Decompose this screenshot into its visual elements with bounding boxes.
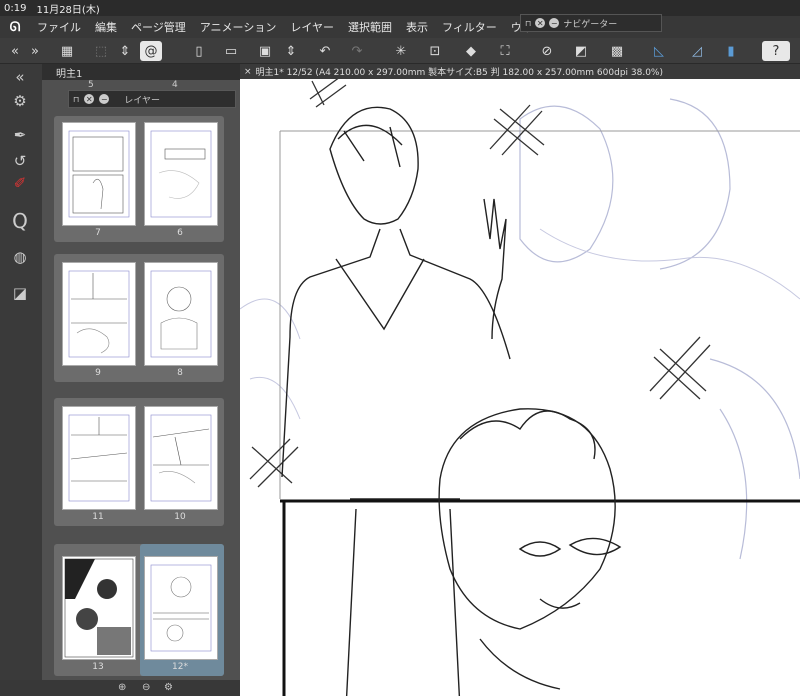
page-thumbnail[interactable] (62, 262, 136, 366)
document-tab-label: 明主1* 12/52 (A4 210.00 x 297.00mm 製本サイズ:B… (255, 68, 663, 78)
page-manager-panel: 明主1 5 4 7 6 9 8 11 10 13 12* (42, 64, 280, 696)
lasso-tool-icon[interactable]: ↺ (8, 150, 32, 172)
redo-icon: ↷ (351, 43, 363, 59)
page-spread[interactable]: 13 12* (54, 544, 224, 676)
pin-icon[interactable]: ⊓ (525, 19, 531, 28)
up-down-stepper-icon[interactable]: ⇕ (114, 41, 136, 61)
deselect-icon[interactable]: ⊘ (536, 41, 558, 61)
pin-icon[interactable]: ⊓ (73, 95, 79, 104)
collapse-toolbar-icon[interactable]: « (8, 66, 32, 88)
minimize-icon[interactable]: − (549, 18, 560, 28)
page-thumbnail[interactable] (144, 262, 218, 366)
page-number: 13 (92, 662, 104, 672)
page-thumbnail[interactable] (62, 556, 136, 660)
selection-border-icon[interactable]: ▩ (606, 41, 628, 61)
page-number: 5 (88, 80, 94, 90)
spiral-logo-icon[interactable]: @ (140, 41, 162, 61)
invert-icon[interactable]: ◩ (570, 41, 592, 61)
settings-icon[interactable]: ⚙ (164, 682, 173, 693)
page-sketch (150, 414, 212, 502)
page-number: 8 (177, 368, 183, 378)
new-document-icon[interactable]: ▯ (188, 41, 210, 61)
page-sketch (150, 564, 212, 652)
page-sketch (68, 130, 130, 218)
page-spread[interactable]: 9 8 (54, 254, 224, 382)
page-sketch (150, 270, 212, 358)
disabled-tool-icon: ⬚ (94, 43, 108, 59)
page-number: 7 (95, 228, 101, 238)
close-icon[interactable]: ✕ (535, 18, 546, 28)
status-time: 0:19 (4, 2, 27, 14)
crop-icon[interactable]: ⛶ (494, 41, 516, 61)
page-sketch (68, 414, 130, 502)
layer-window[interactable]: ⊓ ✕ − レイヤー (68, 90, 236, 108)
page-thumbnail[interactable] (144, 556, 218, 660)
brush-tool-icon[interactable]: ✐ (8, 172, 32, 194)
page-number: 4 (172, 80, 178, 90)
menu-filter[interactable]: フィルター (435, 19, 504, 35)
page-spread[interactable]: 11 10 (54, 398, 224, 526)
transform-icon[interactable]: ⊡ (424, 41, 446, 61)
page-sketch (64, 558, 134, 658)
help-icon[interactable]: ? (762, 41, 790, 61)
pen-snap-icon[interactable]: ▮ (720, 41, 742, 61)
save-stepper-icon[interactable]: ⇕ (280, 41, 302, 61)
artwork (240, 79, 800, 696)
page-spread[interactable]: 7 6 (54, 116, 224, 242)
page-thumbnail[interactable] (144, 122, 218, 226)
sparkle-icon[interactable]: ✳ (390, 41, 412, 61)
page-sketch (68, 270, 130, 358)
zoom-out-icon[interactable]: ⊖ (142, 682, 150, 693)
page-number: 10 (174, 512, 186, 522)
page-thumbnail[interactable] (62, 406, 136, 510)
page-thumbnail[interactable] (62, 122, 136, 226)
tool-bar: « ⚙ ✒ ↺ ✐ Q ◍ ◪ (0, 64, 43, 696)
undo-icon[interactable]: ↶ (314, 41, 336, 61)
page-thumbnail[interactable] (144, 406, 218, 510)
menu-animation[interactable]: アニメーション (193, 19, 284, 35)
menu-view[interactable]: 表示 (399, 19, 435, 35)
menu-layer[interactable]: レイヤー (283, 19, 341, 35)
close-icon[interactable]: ✕ (84, 94, 95, 104)
menu-edit[interactable]: 編集 (88, 19, 124, 35)
menu-file[interactable]: ファイル (30, 19, 88, 35)
drawing-canvas[interactable]: × 明主1* 12/52 (A4 210.00 x 297.00mm 製本サイズ… (240, 64, 800, 696)
app-logo-icon[interactable]: ᘏ (0, 16, 30, 38)
menu-bar: ᘏ ファイル 編集 ページ管理 アニメーション レイヤー 選択範囲 表示 フィル… (0, 16, 800, 38)
menu-page-manage[interactable]: ページ管理 (124, 19, 193, 35)
layer-window-title: レイヤー (124, 95, 160, 106)
zoom-tool-icon[interactable]: Q (8, 209, 32, 233)
save-icon[interactable]: ▣ (254, 41, 276, 61)
zoom-icon[interactable]: ⊕ (118, 682, 126, 693)
page-number: 6 (177, 228, 183, 238)
document-tab[interactable]: × 明主1* 12/52 (A4 210.00 x 297.00mm 製本サイズ… (240, 64, 800, 79)
pen-tool-icon[interactable]: ✒ (8, 124, 32, 146)
status-date: 11月28日(木) (36, 4, 100, 16)
perspective-ruler-icon[interactable]: ◿ (686, 41, 708, 61)
status-bar: 0:19 11月28日(木) (0, 0, 800, 16)
grid-view-icon[interactable]: ▦ (56, 41, 78, 61)
open-folder-icon[interactable]: ▭ (220, 41, 242, 61)
menu-selection[interactable]: 選択範囲 (341, 19, 399, 35)
page-number: 9 (95, 368, 101, 378)
expand-right-icon[interactable]: » (24, 41, 46, 61)
ruler-icon[interactable]: ◺ (648, 41, 670, 61)
panel-tab-label: 明主1 (56, 68, 83, 80)
command-bar: « » ▦ ⬚ ⇕ @ ▯ ▭ ▣ ⇕ ↶ ↷ ✳ ⊡ ◆ ⛶ ⊘ ◩ ▩ ◺ … (0, 38, 800, 64)
fill-bucket-icon[interactable]: ◆ (460, 41, 482, 61)
tone-tool-icon[interactable]: ◍ (8, 246, 32, 268)
collapse-left-icon[interactable]: « (4, 41, 26, 61)
move-tool-icon[interactable]: ⚙ (8, 90, 32, 112)
page-number: 12* (172, 662, 188, 672)
close-icon[interactable]: × (244, 67, 252, 77)
page-sketch (150, 130, 212, 218)
navigator-window[interactable]: ⊓ ✕ − ナビゲーター (520, 14, 662, 32)
object-tool-icon[interactable]: ◪ (8, 282, 32, 304)
navigator-title: ナビゲーター (563, 19, 618, 30)
panel-tab[interactable]: 明主1 (42, 64, 240, 80)
page-number: 11 (92, 512, 104, 522)
minimize-icon[interactable]: − (99, 94, 110, 104)
panel-bottom-bar: ⊕ ⊖ ⚙ (0, 680, 240, 696)
